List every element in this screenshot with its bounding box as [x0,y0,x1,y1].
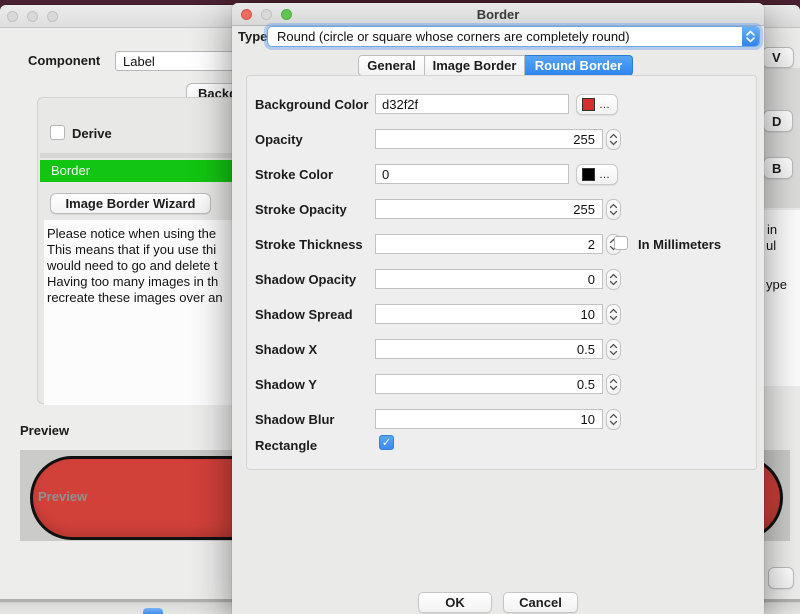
form-row-background-color: Background Color … [247,94,756,118]
shadow-x-stepper[interactable] [606,339,621,360]
shadow-blur-input[interactable] [375,409,603,429]
ok-button[interactable]: OK [418,592,492,613]
color-chip [582,168,595,181]
shadow-y-input[interactable] [375,374,603,394]
border-list-item[interactable]: Border [40,160,240,182]
form-row-opacity: Opacity [247,129,756,153]
stroke-thickness-input[interactable] [375,234,603,254]
field-label: Stroke Thickness [255,237,363,252]
rectangle-checkbox[interactable]: ✓ [379,435,394,450]
form-row-shadow-x: Shadow X [247,339,756,363]
notice-fragment: in [767,222,777,237]
right-group-panel-fragment [764,68,800,208]
shadow-y-stepper[interactable] [606,374,621,395]
check-icon: ✓ [382,437,391,449]
stroke-color-picker-button[interactable]: … [576,164,618,185]
stroke-opacity-input[interactable] [375,199,603,219]
ellipsis-icon: … [599,170,610,180]
form-row-rectangle: Rectangle ✓ [247,435,756,459]
dialog-title: Border [232,7,764,22]
shadow-spread-input[interactable] [375,304,603,324]
notice-fragment: ype [766,277,787,292]
right-notice-fragment: in ul ype [764,210,800,386]
round-border-form: Background Color … Opacity Stroke Color [246,75,757,470]
field-label: Background Color [255,97,368,112]
notice-line: Having too many images in th [47,274,218,289]
stroke-color-input[interactable] [375,164,569,184]
field-label: Shadow X [255,342,317,357]
stroke-opacity-stepper[interactable] [606,199,621,220]
combo-arrows-icon[interactable] [742,27,759,46]
form-row-shadow-opacity: Shadow Opacity [247,269,756,293]
field-label: Stroke Opacity [255,202,347,217]
component-label: Component [28,53,100,68]
tab-image-border[interactable]: Image Border [425,55,525,76]
shadow-opacity-stepper[interactable] [606,269,621,290]
field-label: Opacity [255,132,303,147]
form-row-shadow-blur: Shadow Blur [247,409,756,433]
in-millimeters-label: In Millimeters [638,237,721,252]
notice-fragment: ul [766,238,776,253]
color-chip [582,98,595,111]
tab-round-border[interactable]: Round Border [525,55,633,76]
form-row-stroke-color: Stroke Color … [247,164,756,188]
opacity-stepper[interactable] [606,129,621,150]
ellipsis-icon: … [599,100,610,110]
cut-button-d[interactable]: D [763,110,793,132]
minimize-button[interactable] [27,11,38,22]
field-label: Shadow Blur [255,412,334,427]
notice-line: This means that if you use thi [47,242,216,257]
cut-button-b[interactable]: B [763,157,793,179]
in-millimeters-checkbox[interactable] [614,236,628,250]
background-color-picker-button[interactable]: … [576,94,618,115]
background-color-input[interactable] [375,94,569,114]
type-select[interactable]: Round (circle or square whose corners ar… [267,26,760,47]
derive-label: Derive [72,126,112,141]
shadow-blur-stepper[interactable] [606,409,621,430]
preview-pill-label: Preview [38,489,87,504]
close-button[interactable] [7,11,18,22]
type-label: Type [238,29,267,44]
component-select[interactable]: Label [115,51,236,71]
tab-general[interactable]: General [358,55,425,76]
field-label: Shadow Opacity [255,272,356,287]
screen: Component Label Background Derive Border… [0,0,800,614]
image-border-wizard-button[interactable]: Image Border Wizard [50,193,211,214]
field-label: Shadow Spread [255,307,353,322]
type-select-value: Round (circle or square whose corners ar… [277,29,630,44]
list-divider [40,153,240,158]
tab-bar: General Image Border Round Border [358,55,633,76]
border-dialog: Border Type Round (circle or square whos… [232,3,764,614]
shadow-x-input[interactable] [375,339,603,359]
preview-section-label: Preview [20,423,69,438]
cut-button-bottom-right[interactable] [768,567,794,589]
cut-button-v[interactable]: V [762,47,794,68]
derive-checkbox[interactable] [50,125,65,140]
field-label: Rectangle [255,438,317,453]
form-row-stroke-opacity: Stroke Opacity [247,199,756,223]
field-label: Shadow Y [255,377,317,392]
form-row-shadow-y: Shadow Y [247,374,756,398]
notice-line: Please notice when using the [47,226,216,241]
cut-default-button-fragment[interactable] [143,608,163,614]
notice-line: would need to go and delete t [47,258,218,273]
form-row-shadow-spread: Shadow Spread [247,304,756,328]
cancel-button[interactable]: Cancel [503,592,578,613]
opacity-input[interactable] [375,129,603,149]
notice-text-block: Please notice when using the This means … [44,220,240,405]
shadow-opacity-input[interactable] [375,269,603,289]
notice-line: recreate these images over an [47,290,223,305]
form-row-stroke-thickness: Stroke Thickness In Millimeters [247,234,756,258]
zoom-button[interactable] [47,11,58,22]
shadow-spread-stepper[interactable] [606,304,621,325]
field-label: Stroke Color [255,167,333,182]
